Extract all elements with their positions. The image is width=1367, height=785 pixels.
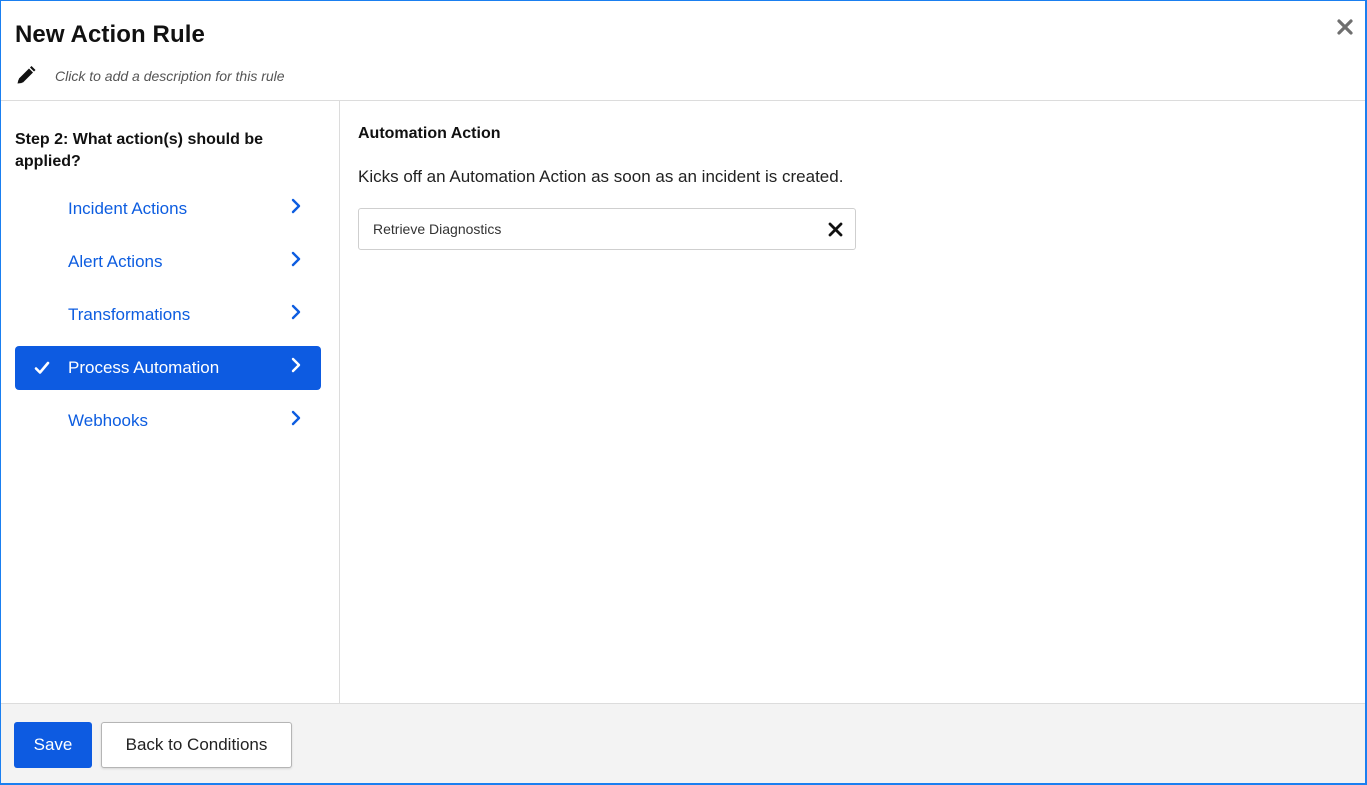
modal-footer: Save Back to Conditions [1,703,1365,783]
chevron-right-icon [289,409,303,427]
clear-selection-icon[interactable] [828,222,843,237]
nav-item-label: Incident Actions [68,199,188,218]
nav-item-process-automation[interactable]: Process Automation [15,346,321,390]
automation-action-select[interactable]: Retrieve Diagnostics [358,208,856,250]
modal-header: New Action Rule Click to add a descripti… [1,1,1365,101]
step-heading: Step 2: What action(s) should be applied… [15,131,264,170]
save-button[interactable]: Save [14,722,92,768]
chevron-right-icon [289,303,303,321]
description-placeholder[interactable]: Click to add a description for this rule [55,68,285,84]
chevron-right-icon [289,250,303,268]
nav-item-incident-actions[interactable]: Incident Actions [15,187,321,231]
modal-title: New Action Rule [15,21,205,48]
section-title: Automation Action [358,125,501,142]
chevron-right-icon [289,356,303,374]
nav-item-transformations[interactable]: Transformations [15,293,321,337]
action-config-panel: Automation Action Kicks off an Automatio… [341,101,1365,705]
chevron-right-icon [289,197,303,215]
section-description: Kicks off an Automation Action as soon a… [358,167,844,186]
selected-action-value: Retrieve Diagnostics [373,221,502,237]
nav-item-label: Transformations [68,305,191,324]
nav-item-alert-actions[interactable]: Alert Actions [15,240,321,284]
action-sidebar: Step 2: What action(s) should be applied… [1,101,340,705]
nav-item-label: Process Automation [68,358,220,377]
back-to-conditions-button[interactable]: Back to Conditions [101,722,292,768]
checkmark-icon [33,359,51,377]
description-editor[interactable]: Click to add a description for this rule [15,65,285,87]
nav-item-label: Alert Actions [68,252,163,271]
nav-item-webhooks[interactable]: Webhooks [15,399,321,443]
nav-item-label: Webhooks [68,411,149,430]
pencil-icon [15,66,37,86]
action-type-nav: Incident Actions Alert Actions Transform… [15,187,321,452]
close-icon[interactable] [1335,17,1355,37]
action-rule-modal: New Action Rule Click to add a descripti… [0,0,1367,785]
